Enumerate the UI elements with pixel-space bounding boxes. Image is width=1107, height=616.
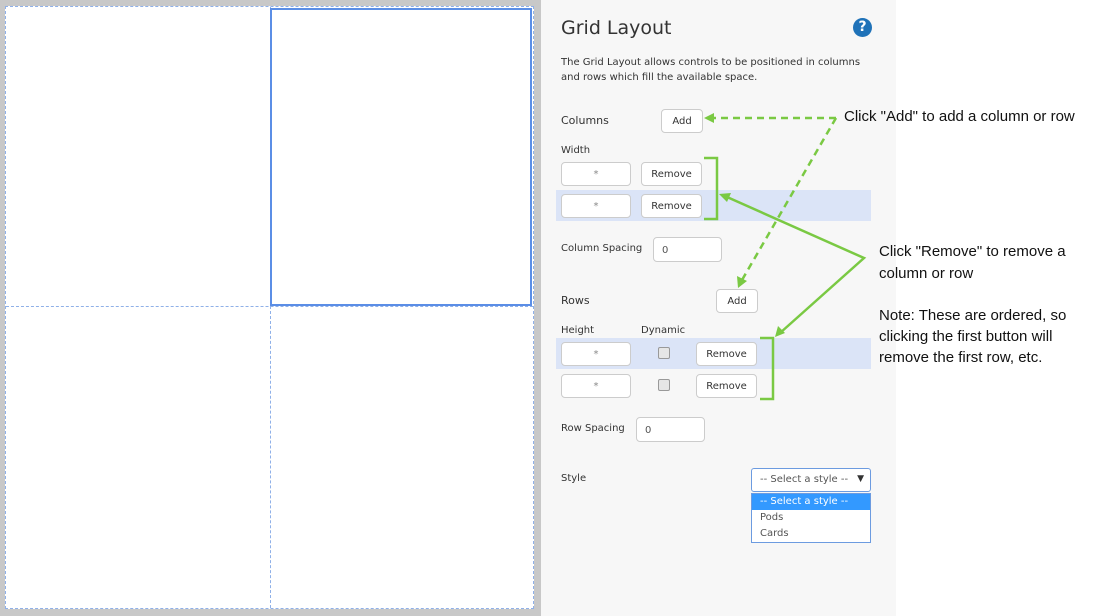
remove-arrows xyxy=(726,195,867,334)
remove-annotation-line2: column or row xyxy=(879,265,974,282)
remove-annotation-line1: Click "Remove" to remove a xyxy=(879,243,1066,260)
rows-bracket xyxy=(760,336,775,401)
columns-bracket xyxy=(704,156,719,221)
add-arrow-rows xyxy=(740,117,838,281)
add-annotation: Click "Add" to add a column or row xyxy=(844,108,1075,125)
order-note-line2: clicking the first button will xyxy=(879,328,1053,345)
order-note-line3: remove the first row, etc. xyxy=(879,349,1043,366)
order-note-line1: Note: These are ordered, so xyxy=(879,307,1067,324)
